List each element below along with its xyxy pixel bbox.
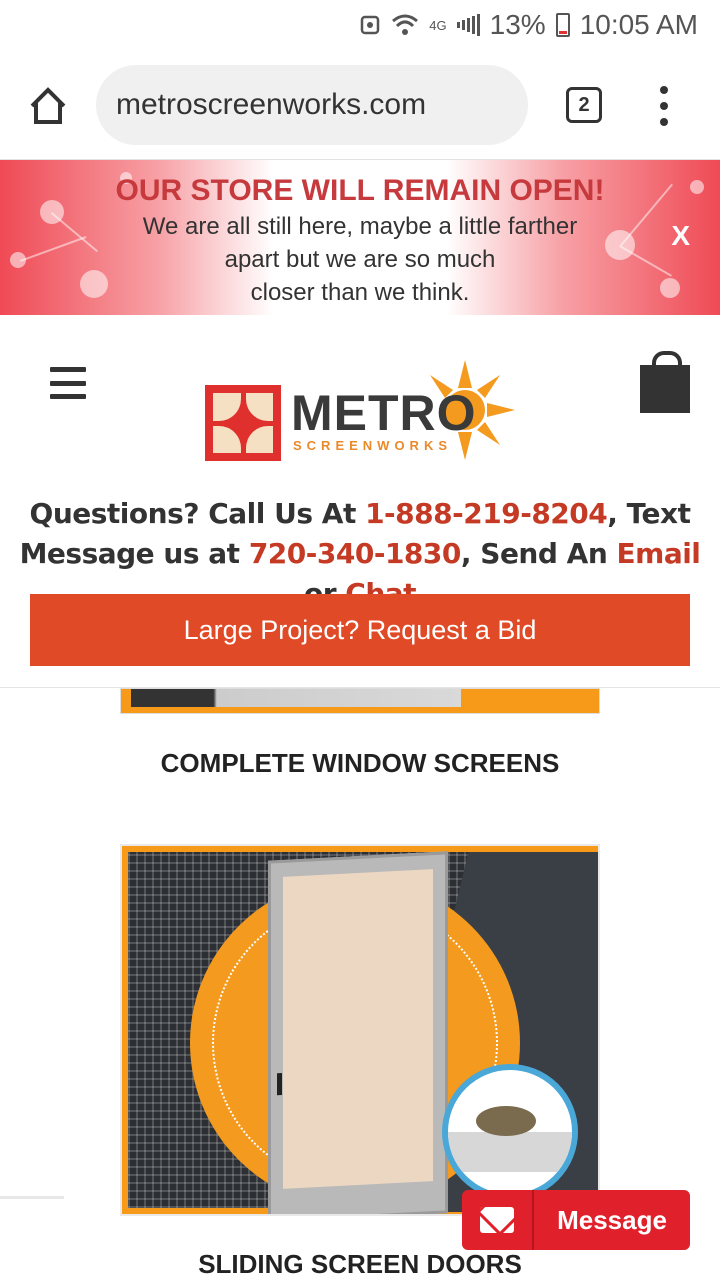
message-button[interactable]: Message	[462, 1190, 690, 1250]
home-icon[interactable]	[26, 84, 70, 128]
address-bar[interactable]: metroscreenworks.com	[96, 65, 528, 145]
banner-line: apart but we are so much	[224, 246, 496, 273]
banner-line: closer than we think.	[250, 279, 470, 306]
tab-count: 2	[578, 93, 590, 116]
battery-icon	[555, 13, 570, 37]
network-type-label: 4G	[429, 17, 447, 33]
announcement-banner: OUR STORE WILL REMAIN OPEN! We are all s…	[0, 160, 720, 315]
banner-title: OUR STORE WILL REMAIN OPEN!	[115, 174, 605, 207]
phone-link[interactable]: 1-888-219-8204	[365, 497, 608, 530]
logo-wordmark: METRO	[291, 385, 477, 441]
signal-icon	[456, 14, 480, 36]
logo-mark	[205, 385, 281, 461]
email-link[interactable]: Email	[617, 537, 701, 570]
product-title[interactable]: SLIDING SCREEN DOORS	[0, 1249, 720, 1280]
product-title[interactable]: COMPLETE WINDOW SCREENS	[0, 748, 720, 779]
browser-toolbar: metroscreenworks.com 2	[0, 50, 720, 160]
cast-icon	[359, 14, 381, 36]
battery-percent: 13%	[489, 9, 546, 40]
envelope-icon	[462, 1190, 534, 1250]
divider	[0, 1196, 64, 1199]
request-bid-button[interactable]: Large Project? Request a Bid	[30, 594, 690, 666]
hamburger-icon[interactable]	[50, 367, 86, 399]
wifi-icon	[391, 13, 419, 37]
product-image-window-screens[interactable]	[120, 688, 600, 714]
site-logo[interactable]: METRO SCREENWORKS	[205, 360, 515, 465]
banner-line: We are all still here, maybe a little fa…	[142, 213, 578, 240]
product-image-sliding-doors[interactable]	[120, 844, 600, 1216]
more-vert-icon[interactable]	[652, 86, 676, 126]
message-label: Message	[557, 1204, 667, 1235]
text-number-link[interactable]: 720-340-1830	[249, 537, 462, 570]
tabs-icon[interactable]: 2	[566, 87, 602, 123]
contact-prefix: Questions? Call Us At	[29, 497, 366, 530]
close-icon[interactable]: X	[671, 220, 690, 252]
cart-bag-icon[interactable]	[640, 351, 690, 413]
site-header: METRO SCREENWORKS	[0, 315, 720, 485]
status-bar: 4G 13% 10:05 AM	[0, 0, 720, 50]
url-text: metroscreenworks.com	[116, 88, 427, 121]
banner-message: We are all still here, maybe a little fa…	[0, 210, 720, 309]
clock: 10:05 AM	[579, 9, 698, 40]
contact-send-label: , Send An	[460, 537, 617, 570]
logo-subtext: SCREENWORKS	[293, 438, 453, 453]
